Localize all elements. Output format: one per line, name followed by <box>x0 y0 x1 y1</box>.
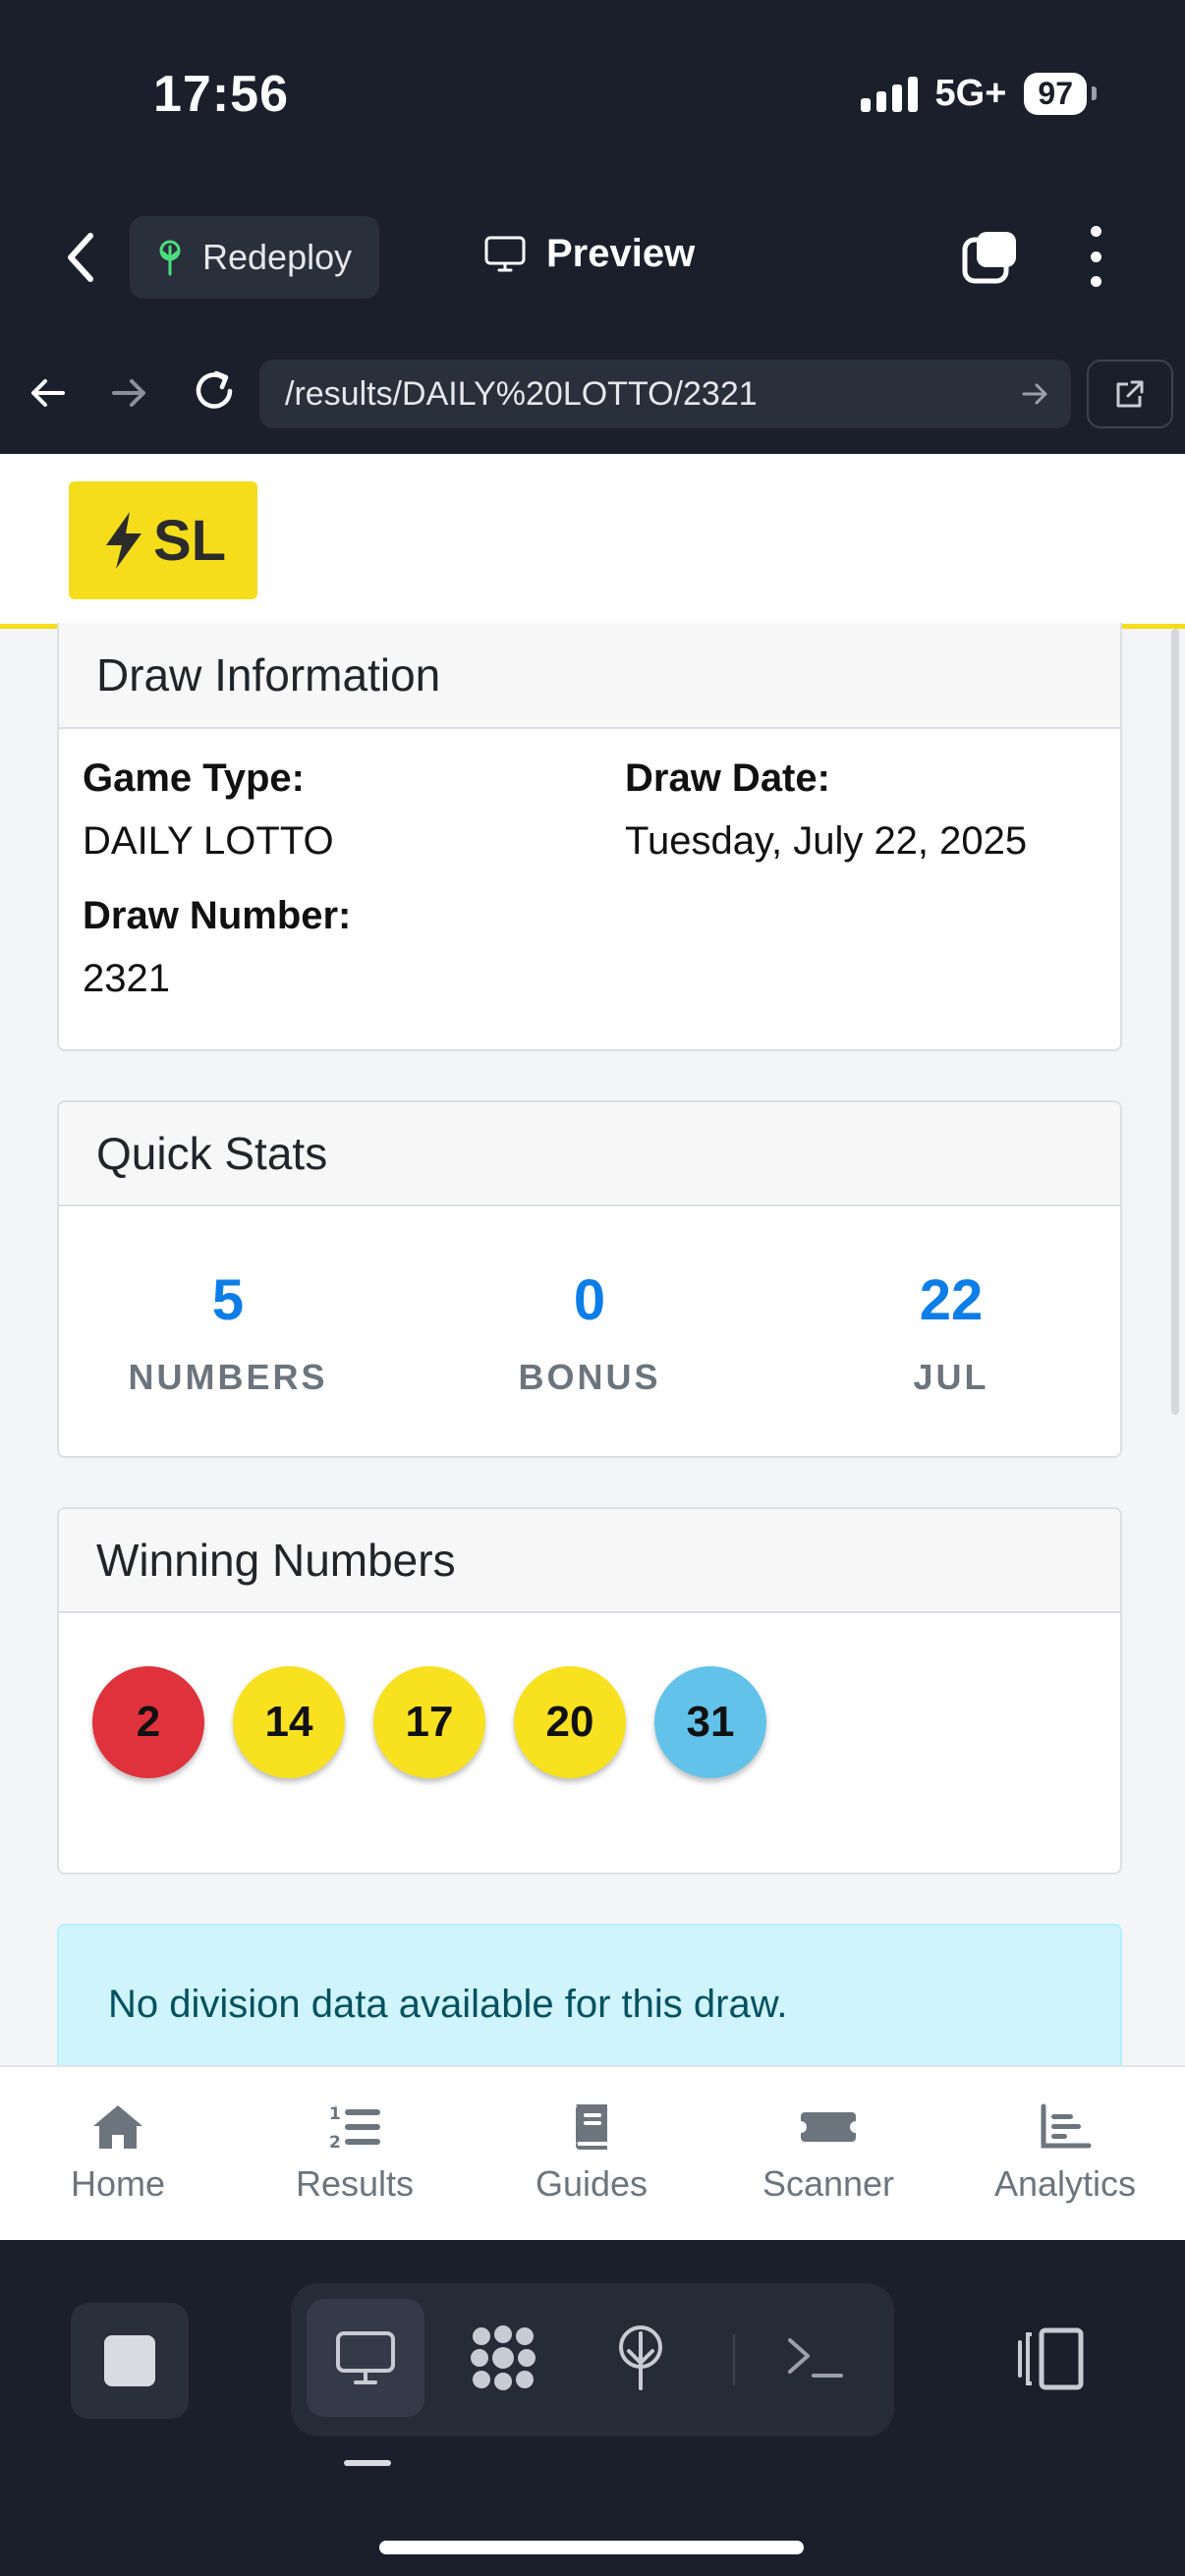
draw-info-grid: Game Type: DAILY LOTTO Draw Date: Tuesda… <box>59 729 1120 1043</box>
stat-bonus: 0 BONUS <box>442 1267 737 1398</box>
nav-label: Results <box>295 2163 415 2204</box>
stop-button[interactable] <box>71 2303 189 2419</box>
nav-home[interactable]: Home <box>0 2102 236 2205</box>
browser-back-icon[interactable] <box>24 369 71 417</box>
more-options-icon[interactable] <box>1081 226 1110 287</box>
draw-number-value: 2321 <box>83 957 170 1000</box>
stat-label: BONUS <box>518 1357 661 1397</box>
nav-label: Home <box>70 2163 166 2204</box>
book-icon <box>576 2104 607 2150</box>
stat-month: 22 JUL <box>804 1267 1099 1398</box>
browser-chrome-bottom <box>0 2240 1185 2576</box>
stat-label: NUMBERS <box>128 1357 328 1397</box>
svg-text:1: 1 <box>329 2104 341 2124</box>
svg-text:2: 2 <box>329 2133 341 2152</box>
draw-date-label: Draw Date: <box>625 756 830 800</box>
url-text: /results/DAILY%20LOTTO/2321 <box>285 374 758 413</box>
draw-number-label: Draw Number: <box>83 894 352 937</box>
url-bar[interactable]: /results/DAILY%20LOTTO/2321 <box>259 360 1071 428</box>
tabs-icon[interactable] <box>961 228 1020 287</box>
cluster-icon <box>471 2325 536 2390</box>
monitor-icon <box>336 2331 395 2384</box>
logo-text: SL <box>152 508 227 573</box>
side-panel-icon[interactable] <box>1012 2321 1091 2399</box>
lotto-ball: 31 <box>654 1666 766 1778</box>
ticket-icon <box>801 2112 856 2142</box>
reload-icon[interactable] <box>189 365 240 417</box>
draw-information-card: Draw Information Game Type: DAILY LOTTO … <box>57 623 1122 1051</box>
tool-switcher <box>291 2283 894 2436</box>
signal-icon <box>860 76 918 112</box>
monitor-icon <box>484 236 526 271</box>
status-indicators: 5G+ 97 <box>860 73 1097 115</box>
bottom-navigation: Home 1 2 Results Guides Scanner Analytic… <box>0 2065 1185 2240</box>
status-time: 17:56 <box>153 66 289 123</box>
back-chevron-icon[interactable] <box>59 228 106 287</box>
page-scrollbar[interactable] <box>1171 629 1179 1415</box>
stat-value: 5 <box>211 1268 245 1332</box>
preview-label: Preview <box>546 232 696 275</box>
preview-tool-button[interactable] <box>307 2299 424 2417</box>
deploy-tree-icon <box>619 2325 662 2390</box>
divider <box>733 2334 735 2385</box>
lotto-ball: 14 <box>233 1666 345 1778</box>
card-title: Winning Numbers <box>59 1509 1120 1613</box>
app-header: SL <box>0 454 1185 629</box>
go-arrow-icon[interactable] <box>1018 377 1051 411</box>
open-external-button[interactable] <box>1087 360 1173 428</box>
active-tool-indicator <box>344 2460 391 2466</box>
browser-forward-icon[interactable] <box>106 369 153 417</box>
browser-chrome-top: 17:56 5G+ 97 Redeploy Preview /results/D… <box>0 0 1185 454</box>
deploy-tree-icon <box>159 240 181 276</box>
lotto-ball: 17 <box>373 1666 485 1778</box>
draw-date-value: Tuesday, July 22, 2025 <box>625 819 1028 863</box>
nav-analytics[interactable]: Analytics <box>947 2102 1183 2205</box>
app-logo[interactable]: SL <box>69 481 257 599</box>
preview-tab[interactable]: Preview <box>483 232 695 276</box>
lightning-bolt-icon <box>105 512 141 569</box>
stat-numbers: 5 NUMBERS <box>81 1267 375 1398</box>
alert-text: No division data available for this draw… <box>108 1983 788 2026</box>
nav-label: Scanner <box>762 2163 895 2204</box>
nav-scanner[interactable]: Scanner <box>710 2102 946 2205</box>
nav-label: Analytics <box>993 2163 1137 2204</box>
battery-badge: 97 <box>1024 73 1097 115</box>
quick-stats-card: Quick Stats 5 NUMBERS 0 BONUS 22 JUL <box>57 1100 1122 1458</box>
game-type-label: Game Type: <box>83 756 305 800</box>
stat-value: 0 <box>573 1268 606 1332</box>
terminal-icon <box>788 2338 843 2378</box>
nav-label: Guides <box>535 2163 649 2204</box>
numbered-list-icon: 1 2 <box>329 2104 380 2152</box>
stop-icon <box>104 2335 155 2386</box>
lotto-ball: 2 <box>92 1666 204 1778</box>
card-title: Draw Information <box>59 623 1120 729</box>
console-tool-button[interactable] <box>757 2299 875 2417</box>
redeploy-button[interactable]: Redeploy <box>130 216 379 299</box>
external-link-icon <box>1116 380 1144 408</box>
stat-value: 22 <box>919 1268 984 1332</box>
deploy-tool-button[interactable] <box>582 2299 700 2417</box>
network-type: 5G+ <box>934 73 1007 114</box>
redeploy-label: Redeploy <box>202 237 353 277</box>
home-indicator[interactable] <box>379 2541 804 2554</box>
nav-guides[interactable]: Guides <box>474 2102 709 2205</box>
lotto-ball: 20 <box>514 1666 626 1778</box>
home-icon <box>93 2105 142 2149</box>
nav-results[interactable]: 1 2 Results <box>237 2102 473 2205</box>
game-type-value: DAILY LOTTO <box>83 819 334 863</box>
agents-tool-button[interactable] <box>444 2299 562 2417</box>
bar-chart-icon <box>1041 2103 1092 2149</box>
stat-label: JUL <box>913 1357 989 1397</box>
card-title: Quick Stats <box>59 1102 1120 1206</box>
